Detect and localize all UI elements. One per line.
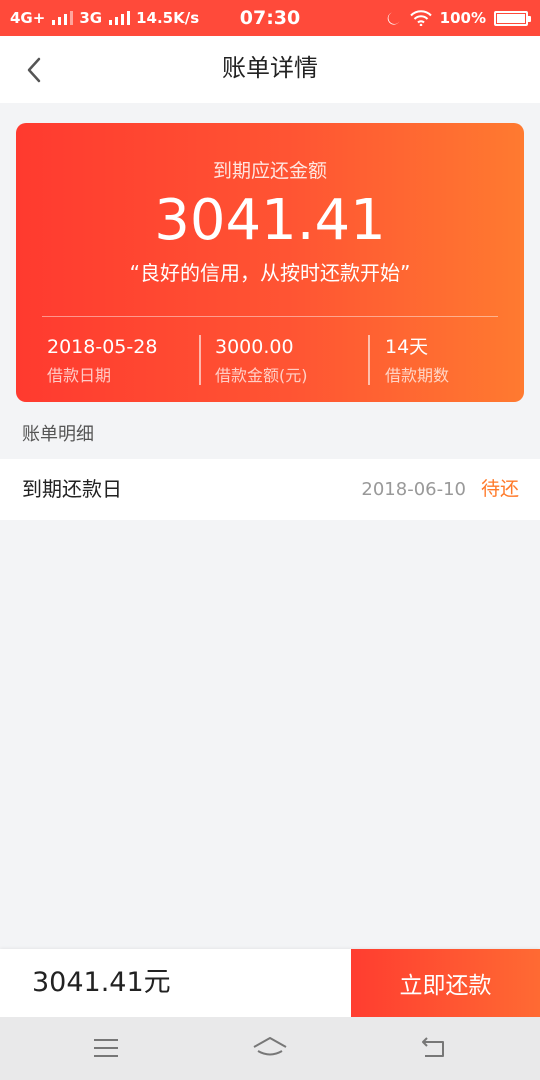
stat-label: 借款期数 (385, 366, 450, 385)
due-date-label: 到期还款日 (22, 477, 122, 501)
stat-value: 2018-05-28 (47, 336, 158, 358)
system-nav-bar (0, 1017, 540, 1080)
network-type-1: 4G+ (10, 9, 46, 27)
stat-loan-term: 14天 借款期数 (385, 335, 449, 387)
status-badge: 待还 (480, 478, 519, 500)
moon-icon (387, 12, 400, 25)
bottom-bar: 3041.41元 立即还款 (0, 949, 540, 1017)
stat-label: 借款日期 (47, 366, 112, 385)
card-divider (42, 316, 498, 317)
menu-icon (94, 1039, 118, 1057)
list-item[interactable]: 到期还款日 2018-06-10 待还 (0, 459, 540, 520)
stat-separator (368, 335, 370, 385)
battery-level (497, 13, 525, 23)
status-right: 100% (386, 9, 531, 27)
stat-loan-date: 2018-05-28 借款日期 (47, 335, 157, 387)
wifi-icon (409, 10, 432, 26)
battery-icon (494, 10, 531, 26)
stat-loan-amount: 3000.00 借款金额(元) (215, 335, 308, 387)
due-amount-label: 到期应还金额 (212, 160, 327, 182)
repay-now-button[interactable]: 立即还款 (351, 949, 540, 1017)
page-title: 账单详情 (222, 54, 318, 82)
network-type-2: 3G (79, 9, 103, 27)
due-date-value: 2018-06-10 (361, 479, 466, 500)
home-icon (253, 1037, 287, 1056)
battery-percent: 100% (439, 9, 486, 27)
stat-value: 14天 (385, 336, 429, 358)
stat-label: 借款金额(元) (215, 366, 308, 385)
stat-separator (199, 335, 201, 385)
status-left: 4G+ 3G 14.5K/s (10, 9, 199, 27)
due-amount: 3041.41 (154, 188, 386, 253)
nav-home-button[interactable] (250, 1030, 290, 1066)
credit-slogan: “良好的信用，从按时还款开始” (129, 261, 411, 285)
signal-icon (52, 11, 74, 25)
stat-value: 3000.00 (215, 336, 294, 358)
bill-summary-card: 到期应还金额 3041.41 “良好的信用，从按时还款开始” 2018-05-2… (16, 123, 524, 402)
status-bar: 4G+ 3G 14.5K/s 07:30 100% (0, 0, 540, 36)
total-amount: 3041.41元 (32, 967, 171, 998)
signal-icon (109, 11, 131, 25)
nav-menu-button[interactable] (86, 1030, 126, 1066)
nav-back-button[interactable] (414, 1030, 454, 1066)
app-header: 账单详情 (0, 36, 540, 103)
back-arrow-icon (422, 1037, 444, 1057)
network-speed: 14.5K/s (136, 9, 200, 27)
section-title: 账单明细 (22, 424, 94, 445)
